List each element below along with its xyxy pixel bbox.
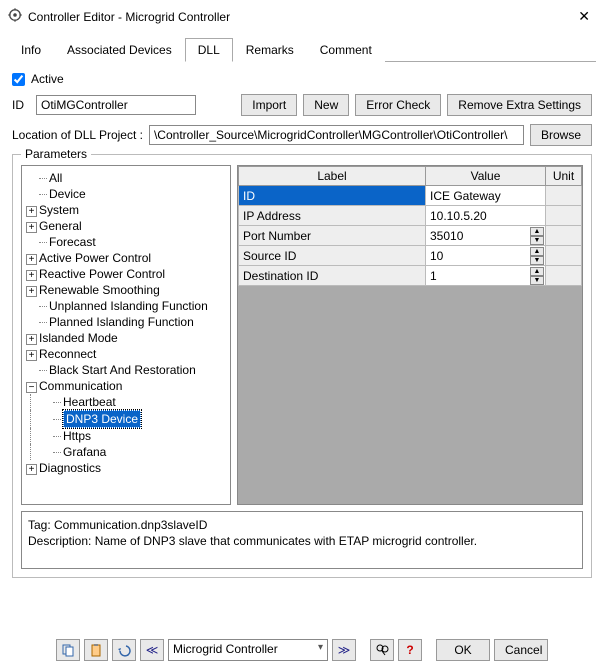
cancel-button[interactable]: Cancel [494,639,548,661]
new-button[interactable]: New [303,94,349,116]
active-label: Active [31,72,64,86]
tree-device[interactable]: Device [49,186,86,202]
spinner[interactable]: ▲▼ [530,267,544,284]
cell-unit [546,206,582,226]
spinner[interactable]: ▲▼ [530,227,544,244]
table-row[interactable]: Port Number 35010▲▼ [239,226,582,246]
tree-forecast[interactable]: Forecast [49,234,96,250]
table-row[interactable]: Source ID 10▲▼ [239,246,582,266]
tree-reconnect[interactable]: Reconnect [39,346,96,362]
table-row[interactable]: IP Address 10.10.5.20 [239,206,582,226]
chevron-down-icon: ▼ [530,276,544,285]
nav-prev-icon[interactable]: ≪ [140,639,164,661]
parameters-group: Parameters All Device +System +General F… [12,154,592,578]
cell-value[interactable]: 35010▲▼ [426,226,546,246]
tag-line: Tag: Communication.dnp3slaveID [28,518,576,534]
cell-unit [546,186,582,206]
expand-icon[interactable]: + [26,286,37,297]
description-line: Description: Name of DNP3 slave that com… [28,534,576,550]
expand-icon[interactable]: + [26,334,37,345]
tree-system[interactable]: System [39,202,79,218]
cell-unit [546,246,582,266]
browse-button[interactable]: Browse [530,124,592,146]
table-row[interactable]: Destination ID 1▲▼ [239,266,582,286]
error-check-button[interactable]: Error Check [355,94,441,116]
description-panel: Tag: Communication.dnp3slaveID Descripti… [21,511,583,569]
cell-value[interactable]: 1▲▼ [426,266,546,286]
tree-uif[interactable]: Unplanned Islanding Function [49,298,208,314]
expand-icon[interactable]: + [26,254,37,265]
chevron-up-icon: ▲ [530,247,544,256]
tab-remarks[interactable]: Remarks [233,38,307,62]
tree-https[interactable]: Https [63,428,91,444]
parameters-legend: Parameters [21,147,91,161]
cell-unit [546,266,582,286]
chevron-up-icon: ▲ [530,267,544,276]
cell-value[interactable]: 10.10.5.20 [426,206,546,226]
grid-empty-area [238,286,582,504]
ok-button[interactable]: OK [436,639,490,661]
window-title: Controller Editor - Microgrid Controller [28,10,230,24]
find-icon[interactable] [370,639,394,661]
tree-heartbeat[interactable]: Heartbeat [63,394,116,410]
tree-communication[interactable]: Communication [39,378,122,394]
chevron-up-icon: ▲ [530,227,544,236]
location-input[interactable] [149,125,524,145]
parameter-grid: Label Value Unit ID ICE Gateway IP Addre… [237,165,583,505]
collapse-icon[interactable]: − [26,382,37,393]
cell-label: Source ID [239,246,426,266]
tree-bsr[interactable]: Black Start And Restoration [49,362,196,378]
cell-value[interactable]: 10▲▼ [426,246,546,266]
tab-comment[interactable]: Comment [307,38,385,62]
expand-icon[interactable]: + [26,222,37,233]
cell-label: IP Address [239,206,426,226]
paste-icon[interactable] [84,639,108,661]
id-input[interactable] [36,95,196,115]
copy-icon[interactable] [56,639,80,661]
cell-value[interactable]: ICE Gateway [426,186,546,206]
tree-rs[interactable]: Renewable Smoothing [39,282,160,298]
col-value[interactable]: Value [426,167,546,186]
tab-bar: Info Associated Devices DLL Remarks Comm… [8,37,596,62]
remove-extra-settings-button[interactable]: Remove Extra Settings [447,94,592,116]
active-checkbox[interactable] [12,73,25,86]
location-label: Location of DLL Project : [12,128,143,142]
cell-label: ID [239,186,426,206]
tab-associated-devices[interactable]: Associated Devices [54,38,185,62]
tree-grafana[interactable]: Grafana [63,444,106,460]
cell-label: Destination ID [239,266,426,286]
expand-icon[interactable]: + [26,206,37,217]
tree-im[interactable]: Islanded Mode [39,330,118,346]
element-selector[interactable]: Microgrid Controller [168,639,328,661]
tree-rpc[interactable]: Reactive Power Control [39,266,165,282]
expand-icon[interactable]: + [26,464,37,475]
expand-icon[interactable]: + [26,270,37,281]
tab-info[interactable]: Info [8,38,54,62]
cell-label: Port Number [239,226,426,246]
col-unit[interactable]: Unit [546,167,582,186]
help-icon[interactable]: ? [398,639,422,661]
table-row[interactable]: ID ICE Gateway [239,186,582,206]
tab-dll[interactable]: DLL [185,38,233,62]
parameter-tree[interactable]: All Device +System +General Forecast +Ac… [21,165,231,505]
tree-diagnostics[interactable]: Diagnostics [39,460,101,476]
chevron-down-icon: ▼ [530,236,544,245]
tree-general[interactable]: General [39,218,82,234]
chevron-down-icon: ▼ [530,256,544,265]
import-button[interactable]: Import [241,94,297,116]
id-label: ID [12,98,30,112]
bottom-toolbar: ≪ Microgrid Controller ≫ ? OK Cancel [0,639,604,661]
spinner[interactable]: ▲▼ [530,247,544,264]
cell-unit [546,226,582,246]
tree-dnp3-device[interactable]: DNP3 Device [63,410,141,428]
tree-pif[interactable]: Planned Islanding Function [49,314,194,330]
col-label[interactable]: Label [239,167,426,186]
undo-icon[interactable] [112,639,136,661]
close-icon[interactable]: ✕ [572,6,596,27]
nav-next-icon[interactable]: ≫ [332,639,356,661]
tree-all[interactable]: All [49,170,62,186]
app-icon [8,8,22,25]
tree-apc[interactable]: Active Power Control [39,250,151,266]
expand-icon[interactable]: + [26,350,37,361]
